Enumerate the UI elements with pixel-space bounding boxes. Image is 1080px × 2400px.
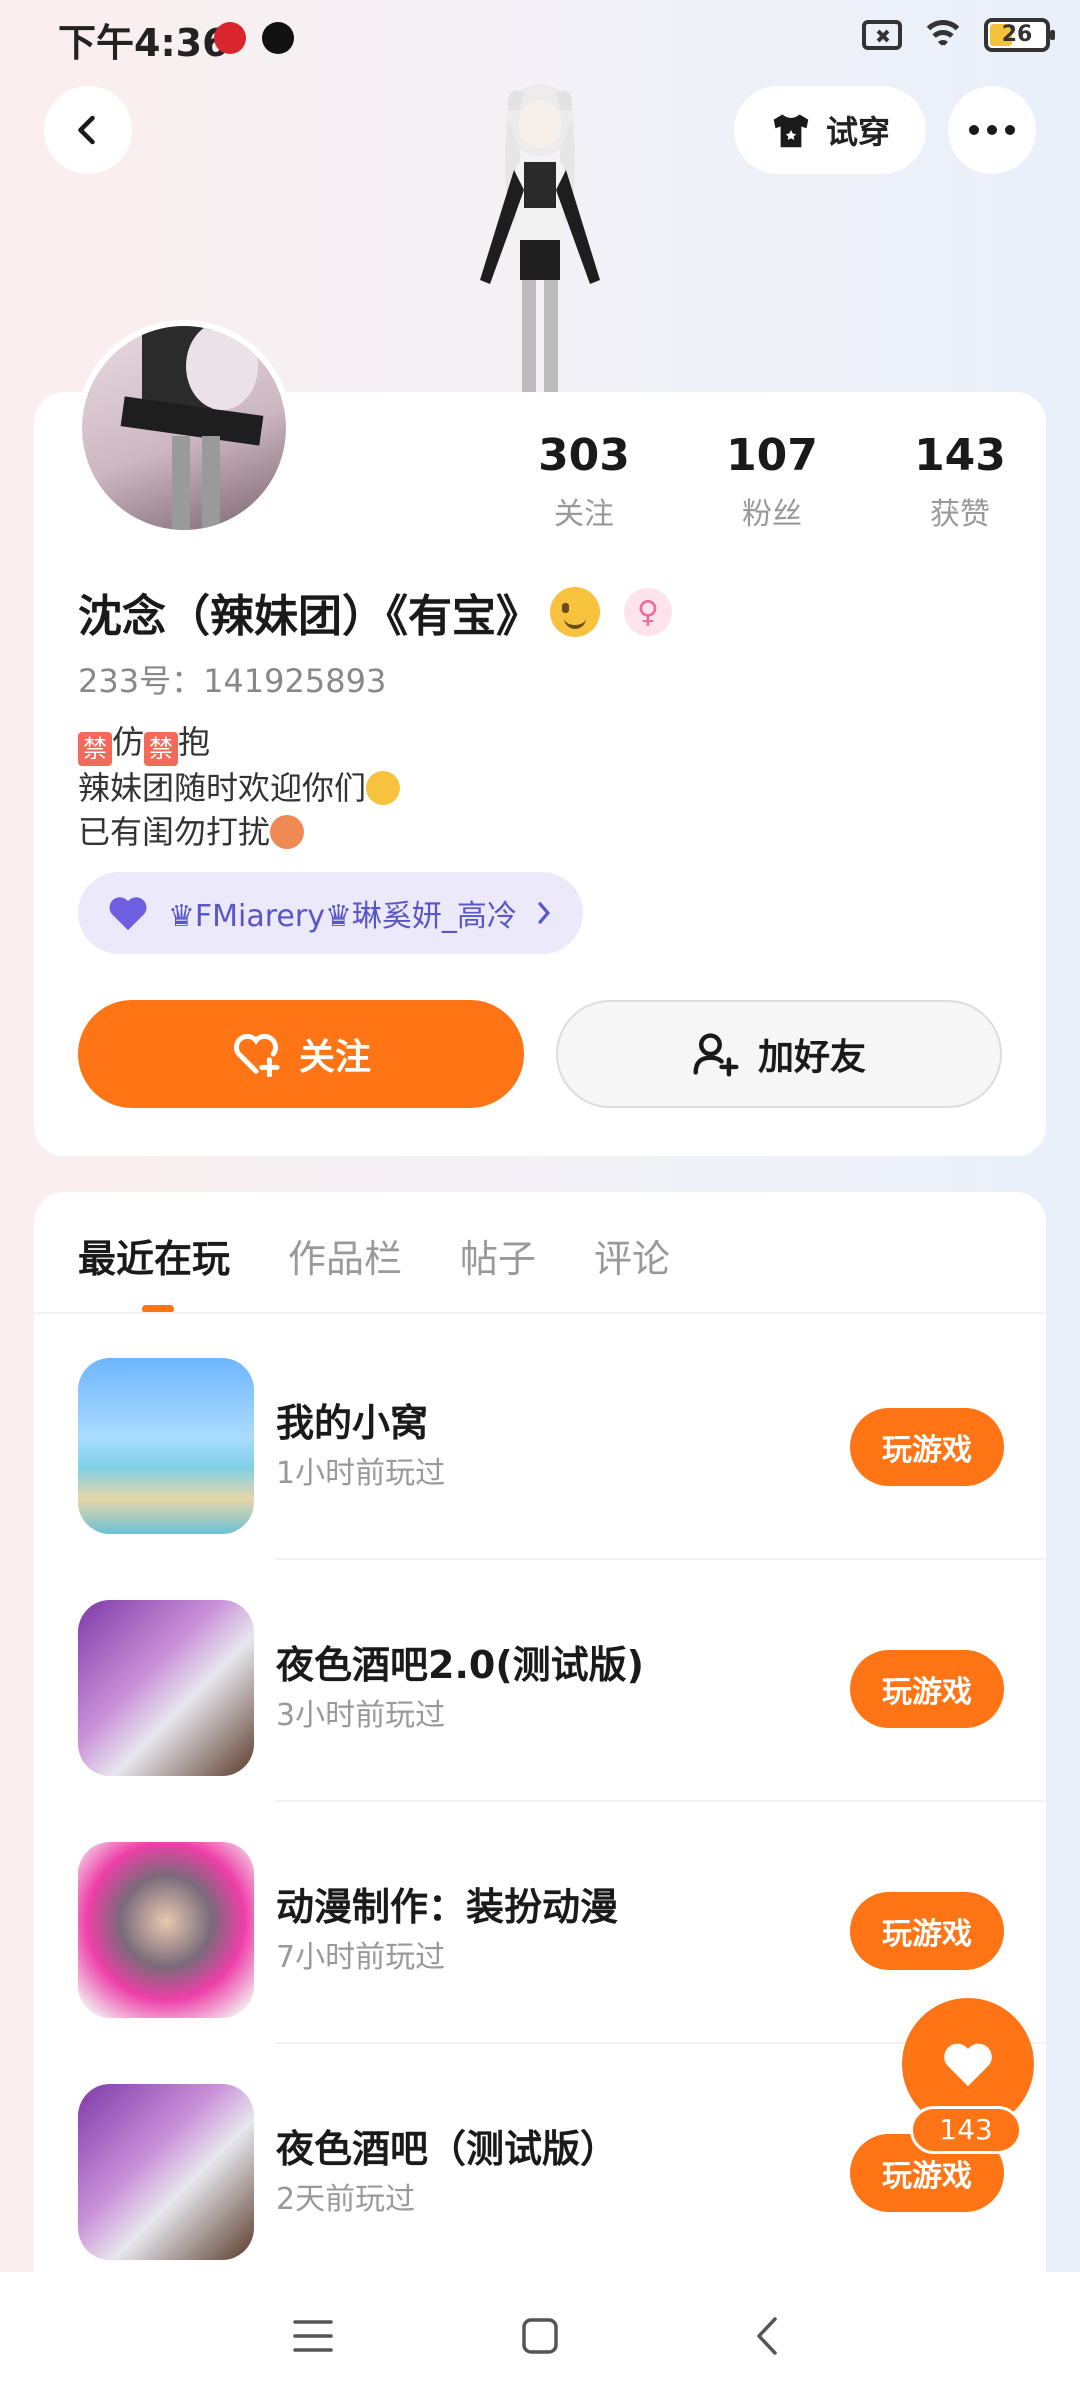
stat-value: 107 bbox=[726, 430, 818, 481]
profile-stats: 303 关注 107 粉丝 143 获赞 bbox=[490, 430, 1054, 533]
app-notification-icon bbox=[214, 22, 246, 54]
stat-value: 303 bbox=[538, 430, 630, 481]
list-item[interactable]: 动漫制作：装扮动漫 7小时前玩过 玩游戏 bbox=[78, 1802, 1046, 2044]
status-time: 下午4:36 bbox=[58, 21, 229, 65]
add-friend-label: 加好友 bbox=[757, 1037, 866, 1078]
try-on-button[interactable]: 试穿 bbox=[734, 86, 926, 174]
game-icon bbox=[78, 1358, 254, 1534]
game-title: 动漫制作：装扮动漫 bbox=[276, 1885, 619, 1929]
game-played-time: 1小时前玩过 bbox=[276, 1456, 446, 1491]
name-row: 沈念（辣妹团）《有宝》 ♀ bbox=[78, 580, 672, 644]
tiktok-icon bbox=[262, 22, 294, 54]
more-button[interactable] bbox=[948, 86, 1036, 174]
battery-icon: 26 bbox=[984, 18, 1055, 52]
avatar-figure-image bbox=[450, 80, 630, 396]
menu-button[interactable] bbox=[283, 2306, 343, 2366]
battery-level: 26 bbox=[1001, 22, 1033, 47]
bio-text: 仿 bbox=[112, 723, 145, 761]
nav-back-icon bbox=[756, 2317, 777, 2355]
bio-text: 抱 bbox=[178, 723, 211, 761]
stat-label: 粉丝 bbox=[742, 497, 802, 532]
try-on-label: 试穿 bbox=[825, 113, 890, 151]
game-icon bbox=[78, 2084, 254, 2260]
follow-label: 关注 bbox=[298, 1037, 371, 1078]
wink-emoji-icon bbox=[550, 587, 600, 637]
stat-followers[interactable]: 107 粉丝 bbox=[678, 430, 866, 533]
bio-line-1: 禁仿禁抱 bbox=[78, 720, 400, 766]
play-game-button[interactable]: 玩游戏 bbox=[850, 1892, 1004, 1970]
game-title: 夜色酒吧2.0(测试版) bbox=[276, 1643, 645, 1687]
purple-heart-icon bbox=[109, 897, 147, 931]
like-count: 143 bbox=[910, 2106, 1022, 2154]
heart-plus-icon bbox=[233, 1033, 280, 1077]
back-icon bbox=[78, 115, 95, 145]
stat-likes[interactable]: 143 获赞 bbox=[866, 430, 1054, 533]
family-label: ♛FMiarery♛琳奚妍_高冷 bbox=[168, 899, 517, 934]
ban-badge-icon: 禁 bbox=[78, 732, 112, 766]
smile-emoji-icon bbox=[366, 771, 401, 805]
game-title: 夜色酒吧（测试版） bbox=[276, 2127, 619, 2171]
avatar[interactable] bbox=[76, 320, 292, 536]
no-sim-icon bbox=[862, 20, 902, 50]
bio: 禁仿禁抱 辣妹团随时欢迎你们 已有闺勿打扰 bbox=[78, 720, 401, 854]
tshirt-icon bbox=[773, 114, 809, 148]
bio-line-2: 辣妹团随时欢迎你们 bbox=[78, 766, 401, 810]
ban-badge-icon: 禁 bbox=[144, 732, 179, 766]
chevron-right-icon bbox=[538, 902, 550, 924]
stat-label: 获赞 bbox=[930, 497, 990, 532]
game-title: 我的小窝 bbox=[276, 1401, 429, 1445]
game-played-time: 2天前玩过 bbox=[276, 2182, 416, 2217]
play-game-button[interactable]: 玩游戏 bbox=[850, 1408, 1004, 1486]
wifi-icon bbox=[920, 18, 966, 52]
heart-icon bbox=[944, 2043, 992, 2087]
status-bar: 下午4:36 26 bbox=[0, 0, 1080, 80]
system-nav-bar bbox=[0, 2272, 1080, 2400]
add-friend-button[interactable]: 加好友 bbox=[556, 1000, 1002, 1108]
menu-icon bbox=[293, 2320, 334, 2352]
tab-recent[interactable]: 最近在玩 bbox=[78, 1228, 230, 1288]
tab-posts[interactable]: 帖子 bbox=[460, 1228, 536, 1288]
home-icon bbox=[522, 2318, 558, 2354]
profile-tabs: 最近在玩 作品栏 帖子 评论 bbox=[78, 1228, 670, 1288]
profile-name: 沈念（辣妹团）《有宝》 bbox=[78, 591, 540, 642]
user-id: 233号：141925893 bbox=[78, 662, 387, 700]
system-back-button[interactable] bbox=[737, 2306, 797, 2366]
bio-line-3: 已有闺勿打扰 bbox=[78, 810, 400, 854]
stat-value: 143 bbox=[914, 430, 1006, 481]
family-link[interactable]: ♛FMiarery♛琳奚妍_高冷 bbox=[78, 872, 583, 954]
list-item[interactable]: 夜色酒吧2.0(测试版) 3小时前玩过 玩游戏 bbox=[78, 1560, 1046, 1802]
game-icon bbox=[78, 1600, 254, 1776]
bio-text: 已有闺勿打扰 bbox=[78, 813, 271, 851]
divider bbox=[34, 1312, 1046, 1314]
list-item[interactable]: 夜色酒吧（测试版） 2天前玩过 玩游戏 bbox=[78, 2044, 1046, 2286]
game-icon bbox=[78, 1842, 254, 2018]
play-game-button[interactable]: 玩游戏 bbox=[850, 1650, 1004, 1728]
angry-emoji-icon bbox=[270, 815, 305, 849]
stat-label: 关注 bbox=[554, 497, 614, 532]
female-gender-icon: ♀ bbox=[624, 588, 672, 636]
bio-text: 辣妹团随时欢迎你们 bbox=[78, 769, 367, 807]
user-plus-icon bbox=[693, 1033, 739, 1077]
game-played-time: 7小时前玩过 bbox=[276, 1940, 446, 1975]
home-button[interactable] bbox=[510, 2306, 570, 2366]
more-icon bbox=[969, 125, 1015, 135]
back-button[interactable] bbox=[44, 86, 132, 174]
game-played-time: 3小时前玩过 bbox=[276, 1698, 446, 1733]
follow-button[interactable]: 关注 bbox=[78, 1000, 524, 1108]
tab-works[interactable]: 作品栏 bbox=[288, 1228, 402, 1288]
tab-comments[interactable]: 评论 bbox=[594, 1228, 670, 1288]
stat-following[interactable]: 303 关注 bbox=[490, 430, 678, 533]
list-item[interactable]: 我的小窝 1小时前玩过 玩游戏 bbox=[78, 1318, 1046, 1560]
